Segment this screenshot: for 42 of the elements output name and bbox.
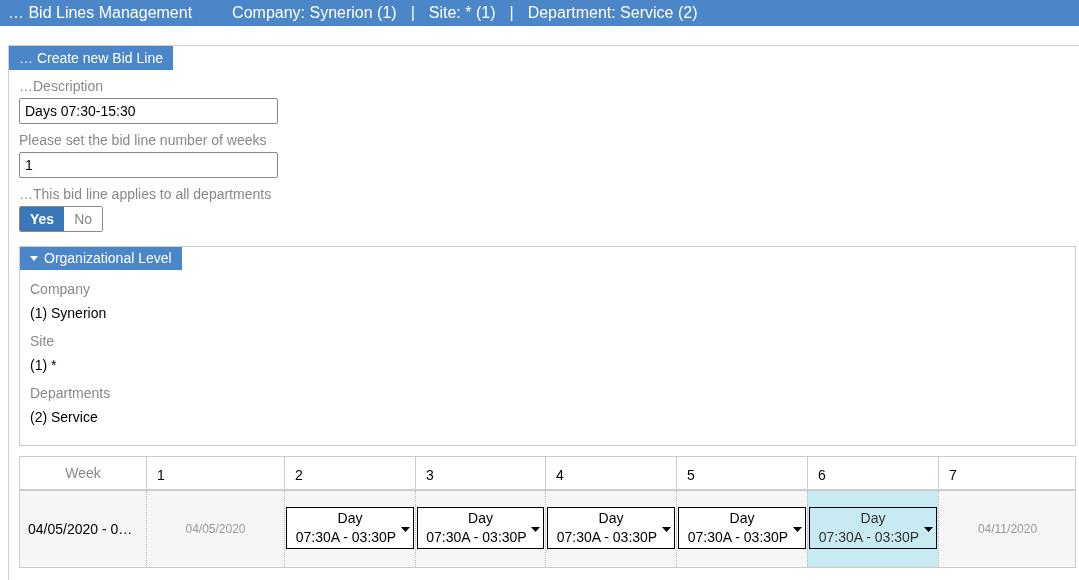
column-header: 3 — [415, 457, 545, 489]
shift-dropdown[interactable]: Day 07:30A - 03:30P — [809, 507, 937, 549]
column-header: 4 — [545, 457, 676, 489]
page-title: … Bid Lines Management — [8, 3, 193, 23]
column-header: 1 — [146, 457, 284, 489]
week-cell-text: 04/05/2020 - 0… — [27, 519, 134, 539]
org-label: Site — [30, 332, 56, 350]
panel-tab[interactable]: … Create new Bid Line — [9, 46, 173, 70]
caret-icon — [401, 527, 410, 532]
shift-dropdown[interactable]: Day 07:30A - 03:30P — [286, 507, 414, 549]
org-panel-header[interactable]: Organizational Level — [20, 247, 182, 270]
column-header: Week — [64, 464, 102, 483]
field-label: Please set the bid line number of weeks — [19, 132, 268, 148]
caret-icon — [662, 527, 671, 532]
column-header: 2 — [284, 457, 415, 489]
separator: | — [509, 3, 514, 23]
org-value: (1) * — [30, 356, 58, 374]
filter-label: Department: Service (2) — [527, 3, 698, 23]
shift-dropdown[interactable]: Day 07:30A - 03:30P — [678, 507, 806, 549]
filter-label: Site: * (1) — [428, 3, 496, 23]
caret-icon — [793, 527, 802, 532]
org-value: (1) Synerion — [30, 304, 108, 322]
org-value: (2) Service — [30, 408, 99, 426]
caret-icon — [924, 527, 933, 532]
field-label: …Description — [19, 78, 105, 94]
input-field[interactable]: 1 — [19, 152, 278, 178]
caret-icon — [30, 256, 38, 261]
filter-label: Company: Synerion (1) — [232, 3, 397, 23]
field-label: …This bid line applies to all departments — [19, 186, 273, 202]
column-header: 6 — [807, 457, 938, 489]
input-field[interactable]: Days 07:30-15:30 — [19, 98, 278, 124]
org-label: Company — [30, 280, 91, 298]
column-header: 7 — [938, 457, 1076, 489]
date-text: 04/11/2020 — [977, 521, 1038, 538]
shift-dropdown[interactable]: Day 07:30A - 03:30P — [417, 507, 544, 549]
shift-dropdown[interactable]: Day 07:30A - 03:30P — [547, 507, 675, 549]
column-header: 5 — [676, 457, 807, 489]
toggle-option[interactable]: Yes — [20, 207, 65, 231]
caret-icon — [531, 527, 540, 532]
org-label: Departments — [30, 384, 112, 402]
date-text: 04/05/2020 — [185, 521, 246, 538]
separator: | — [410, 3, 415, 23]
